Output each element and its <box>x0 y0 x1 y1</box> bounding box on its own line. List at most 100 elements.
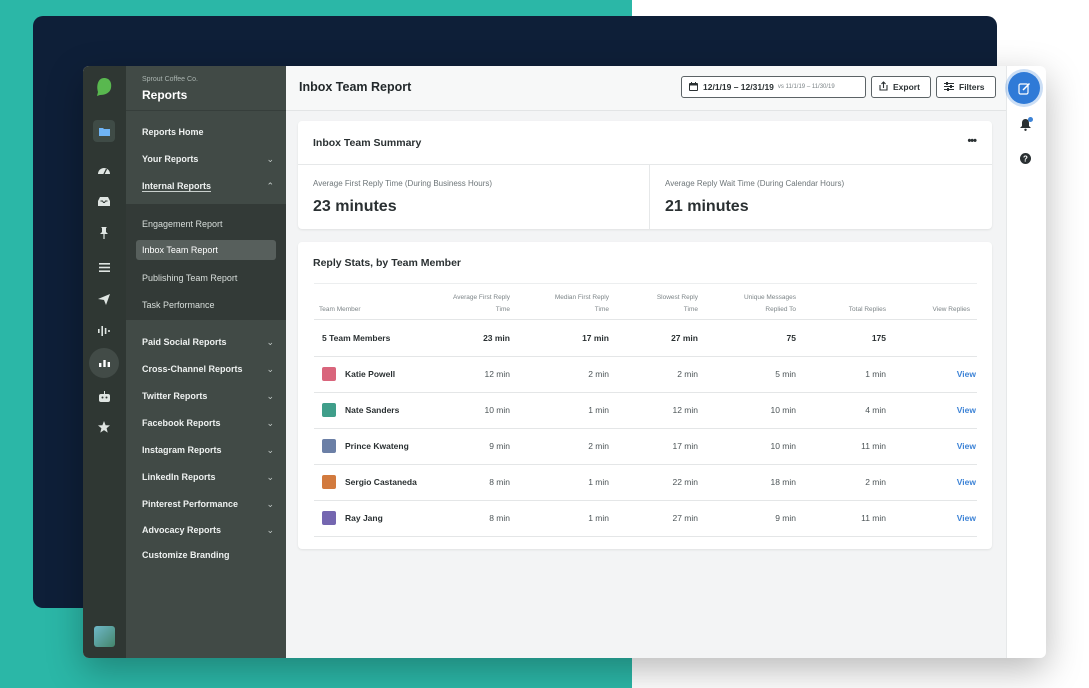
view-replies-link[interactable]: View <box>914 464 976 500</box>
cell-total-replies: 11 min <box>861 441 886 451</box>
view-replies-link[interactable]: View <box>914 356 976 392</box>
section-title: Reports <box>142 88 188 102</box>
table-row: Nate Sanders 10 min 1 min 12 min 10 min … <box>314 392 977 429</box>
cell-team-member: 5 Team Members <box>322 333 391 343</box>
nav-item-your-reports[interactable]: Your Reports ⌄ <box>142 149 282 169</box>
cell-team-member: Prince Kwateng <box>345 441 409 451</box>
nav-item-internal-reports[interactable]: Internal Reports ⌃ <box>142 176 282 196</box>
nav-item-label: LinkedIn Reports <box>142 472 216 482</box>
cell-slowest-reply: 2 min <box>677 369 698 379</box>
nav-item-paid-social-reports[interactable]: Paid Social Reports ⌄ <box>142 332 282 352</box>
nav-item-label: Instagram Reports <box>142 445 222 455</box>
date-range-picker[interactable]: 12/1/19 – 12/31/19 vs 11/1/19 – 11/30/19 <box>681 76 866 98</box>
card-divider <box>314 283 977 284</box>
nav-item-facebook-reports[interactable]: Facebook Reports ⌄ <box>142 413 282 433</box>
col-header-team-member: Team Member <box>319 304 361 316</box>
cell-median-first-reply: 2 min <box>588 369 609 379</box>
view-replies-link[interactable]: View <box>914 392 976 428</box>
col-header-total-replies: Total Replies <box>808 304 886 316</box>
chevron-up-icon: ⌃ <box>266 181 274 191</box>
send-icon[interactable] <box>93 288 115 310</box>
col-header-unique-messages: Unique Messages Replied To <box>708 292 796 316</box>
cell-unique-messages: 75 <box>786 333 796 343</box>
cell-team-member: Katie Powell <box>345 369 396 379</box>
cell-slowest-reply: 27 min <box>672 513 698 523</box>
cell-total-replies: 4 min <box>865 405 886 415</box>
cell-unique-messages: 10 min <box>770 441 796 451</box>
chevron-down-icon: ⌄ <box>266 525 274 535</box>
nav-item-label: Customize Branding <box>142 550 230 560</box>
nav-item-pinterest-performance[interactable]: Pinterest Performance ⌄ <box>142 494 282 514</box>
col-header-view-replies: View Replies <box>898 304 970 316</box>
compose-button[interactable] <box>1008 72 1040 104</box>
chevron-down-icon: ⌄ <box>266 499 274 509</box>
sub-item-engagement-report[interactable]: Engagement Report <box>136 214 276 234</box>
more-options-icon[interactable]: ••• <box>967 135 977 147</box>
cell-unique-messages: 5 min <box>775 369 796 379</box>
listening-icon[interactable] <box>93 319 115 341</box>
sub-item-publishing-team-report[interactable]: Publishing Team Report <box>136 268 276 288</box>
nav-divider <box>126 110 286 111</box>
export-button[interactable]: Export <box>871 76 931 98</box>
star-icon[interactable] <box>93 416 115 438</box>
table-row-total: 5 Team Members 23 min 17 min 27 min 75 1… <box>314 320 977 357</box>
notification-dot <box>1028 117 1033 122</box>
nav-item-label: Advocacy Reports <box>142 525 222 535</box>
date-range-text: 12/1/19 – 12/31/19 <box>703 82 774 92</box>
cell-avg-first-reply: 12 min <box>484 369 510 379</box>
list-icon[interactable] <box>93 256 115 278</box>
cell-median-first-reply: 1 min <box>588 405 609 415</box>
inbox-team-summary-card: Inbox Team Summary ••• Average First Rep… <box>298 121 992 229</box>
chevron-down-icon: ⌄ <box>266 472 274 482</box>
chevron-down-icon: ⌄ <box>266 364 274 374</box>
calendar-icon <box>689 81 698 93</box>
metric-label: Average Reply Wait Time (During Calendar… <box>665 179 845 188</box>
nav-item-cross-channel-reports[interactable]: Cross-Channel Reports ⌄ <box>142 359 282 379</box>
folder-icon[interactable] <box>93 120 115 142</box>
nav-item-customize-branding[interactable]: Customize Branding <box>142 545 282 565</box>
sub-item-task-performance[interactable]: Task Performance <box>136 295 276 315</box>
sub-item-inbox-team-report[interactable]: Inbox Team Report <box>136 240 276 260</box>
nav-item-label: Reports Home <box>142 127 204 137</box>
avatar <box>322 403 336 417</box>
nav-item-label: Twitter Reports <box>142 391 208 401</box>
reply-stats-title: Reply Stats, by Team Member <box>313 257 462 269</box>
col-header-avg-first-reply: Average First Reply Time <box>418 292 510 316</box>
filters-button[interactable]: Filters <box>936 76 996 98</box>
sub-item-label: Engagement Report <box>142 219 223 229</box>
nav-item-advocacy-reports[interactable]: Advocacy Reports ⌄ <box>142 520 282 540</box>
dashboard-icon[interactable] <box>93 158 115 180</box>
nav-item-linkedin-reports[interactable]: LinkedIn Reports ⌄ <box>142 467 282 487</box>
view-replies-link[interactable]: View <box>914 500 976 536</box>
view-replies-link[interactable]: View <box>914 428 976 464</box>
nav-item-reports-home[interactable]: Reports Home <box>142 122 282 142</box>
svg-text:?: ? <box>1023 154 1028 163</box>
cell-team-member: Ray Jang <box>345 513 383 523</box>
sub-item-label: Task Performance <box>142 300 215 310</box>
avatar <box>322 367 336 381</box>
sprout-logo-icon <box>97 78 112 96</box>
header-line: Time <box>594 306 609 313</box>
pin-icon[interactable] <box>93 222 115 244</box>
bot-icon[interactable] <box>93 385 115 407</box>
org-name: Sprout Coffee Co. <box>142 76 198 83</box>
main-content: Inbox Team Report 12/1/19 – 12/31/19 vs … <box>286 66 1006 658</box>
cell-avg-first-reply: 10 min <box>484 405 510 415</box>
user-avatar[interactable] <box>94 626 115 647</box>
help-icon[interactable]: ? <box>1017 150 1033 166</box>
summary-title: Inbox Team Summary <box>313 137 422 149</box>
sub-item-label: Publishing Team Report <box>142 273 238 283</box>
table-row: Prince Kwateng 9 min 2 min 17 min 10 min… <box>314 428 977 465</box>
nav-item-instagram-reports[interactable]: Instagram Reports ⌄ <box>142 440 282 460</box>
inbox-icon[interactable] <box>93 190 115 212</box>
cell-slowest-reply: 12 min <box>672 405 698 415</box>
reports-icon[interactable] <box>89 348 119 378</box>
chevron-down-icon: ⌄ <box>266 337 274 347</box>
nav-item-label: Facebook Reports <box>142 418 221 428</box>
filters-label: Filters <box>959 82 985 92</box>
chevron-down-icon: ⌄ <box>266 391 274 401</box>
nav-item-label: Pinterest Performance <box>142 499 239 509</box>
nav-item-twitter-reports[interactable]: Twitter Reports ⌄ <box>142 386 282 406</box>
cell-unique-messages: 18 min <box>770 477 796 487</box>
header-line: Time <box>683 306 698 313</box>
